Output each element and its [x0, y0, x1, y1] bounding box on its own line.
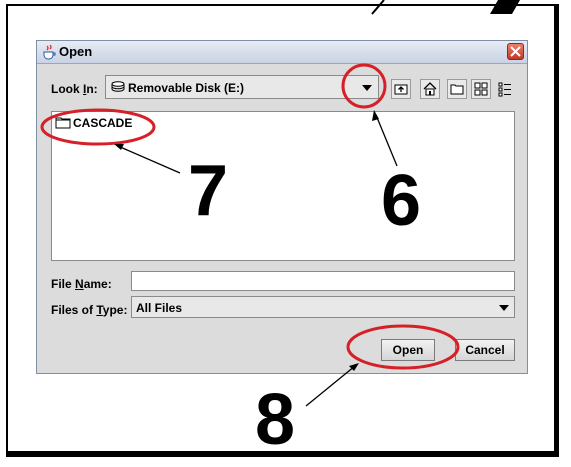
highlight-ellipse-folder: [40, 108, 156, 146]
highlight-ellipse-open: [346, 324, 460, 370]
arrow-head-7: [114, 144, 124, 150]
callout-number-8: 8: [255, 380, 296, 460]
callout-number-6: 6: [381, 161, 422, 241]
page: Open Look In: Removable Disk (E:) CASCAD…: [0, 0, 571, 467]
highlight-ellipse-dropdown: [341, 63, 387, 109]
callout-number-7: 7: [188, 151, 229, 231]
